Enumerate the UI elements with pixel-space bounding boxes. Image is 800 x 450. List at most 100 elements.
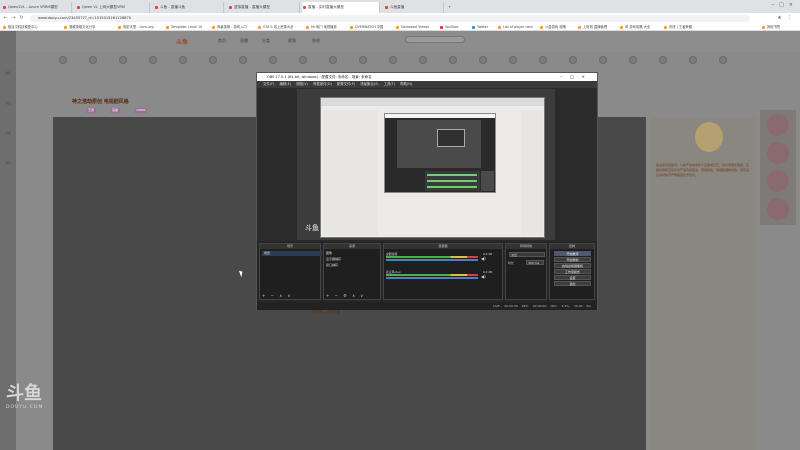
sidebar-item[interactable]: 分类 [3, 131, 13, 135]
nav-item[interactable]: 视频 [288, 38, 296, 44]
source-item[interactable]: 显示器捕获 [326, 257, 341, 261]
source-item[interactable]: 图像 [326, 251, 332, 255]
settings-button[interactable]: 设置 [554, 275, 591, 280]
obs-window-controls[interactable]: –□× [560, 73, 593, 81]
studio-mode-button[interactable]: 工作室模式 [554, 269, 591, 274]
category-icon[interactable] [625, 54, 641, 66]
volume-fader[interactable] [386, 277, 478, 279]
bookmark[interactable]: 风 游戏攻略 大全 [620, 24, 650, 30]
extension-icon[interactable]: ★ [776, 15, 783, 22]
browser-tab[interactable]: 斗鱼直播 [384, 2, 444, 13]
bookmark[interactable]: Gamepad Viewer [396, 24, 429, 30]
sidebar-item[interactable]: 排行 [3, 161, 13, 165]
category-icon[interactable] [55, 54, 71, 66]
category-icon[interactable] [595, 54, 611, 66]
window-controls[interactable]: –□× [772, 2, 798, 8]
search-input[interactable] [405, 36, 465, 43]
menu-item[interactable]: 帮助(H) [400, 82, 412, 86]
bookmark[interactable]: List of player nam [498, 24, 533, 30]
category-icon[interactable] [415, 54, 431, 66]
category-icon[interactable] [235, 54, 251, 66]
source-item[interactable]: 窗口捕获 [326, 263, 338, 267]
new-tab-button[interactable]: + [448, 2, 456, 13]
browser-tab[interactable]: Qwen VL 上网大模型VRM [76, 2, 150, 13]
reload-icon[interactable]: ↻ [18, 15, 25, 22]
bookmark[interactable]: 漫威英雄文化分享 [64, 24, 95, 30]
bookmark[interactable]: Twitter [472, 24, 488, 30]
category-icon[interactable] [475, 54, 491, 66]
sidebar-item[interactable]: 推荐 [3, 71, 13, 75]
transition-select[interactable]: 淡出 [509, 252, 545, 257]
dock-toolbar[interactable]: + − ∧ ∨ [262, 293, 292, 298]
sidebar-item[interactable]: 关注 [3, 101, 13, 105]
scene-item[interactable]: 场景 [262, 251, 322, 256]
start-recording-button[interactable]: 开始录制 [554, 257, 591, 262]
category-icon[interactable] [385, 54, 401, 66]
bookmark[interactable]: 风暴英雄 - 游戏入口 [212, 24, 247, 30]
menu-item[interactable]: 视图(V) [296, 82, 308, 86]
bookmark[interactable]: 沙盒游戏 攻略 [540, 24, 566, 30]
category-icon[interactable] [175, 54, 191, 66]
browser-tab-active[interactable]: 直播 - 实时直播大模型 [302, 2, 380, 13]
category-icon[interactable] [445, 54, 461, 66]
other-bookmarks[interactable]: 其他书签 [762, 24, 780, 30]
rank-avatar[interactable] [767, 198, 789, 220]
bookmark[interactable]: 鲁班 | 王者荣耀 [664, 24, 692, 30]
start-streaming-button[interactable]: 开始推流 [554, 251, 591, 256]
category-icon[interactable] [505, 54, 521, 66]
virtual-camera-button[interactable]: 启动虚拟摄像机 [554, 263, 591, 268]
category-icon[interactable] [685, 54, 701, 66]
nav-item[interactable]: 分类 [262, 38, 270, 44]
bookmark[interactable]: 电影天堂 - Lims.org [118, 24, 154, 30]
bookmark[interactable]: Template: Level 10 [166, 24, 202, 30]
bookmark[interactable]: OVERWATCH 中国 [350, 24, 383, 30]
nav-item[interactable]: 鱼吧 [312, 38, 320, 44]
stream-tag[interactable]: 王者 [86, 108, 97, 113]
menu-icon[interactable]: ⋮ [786, 15, 793, 22]
volume-fader[interactable] [386, 259, 478, 261]
transitions-dock: 转场特效 淡出 时长 300 ms [505, 243, 547, 300]
stream-tag[interactable]: 1080P [134, 108, 148, 113]
duration-input[interactable]: 300 ms [526, 260, 544, 265]
category-icon[interactable] [265, 54, 281, 66]
menu-item[interactable]: 工具(T) [384, 82, 396, 86]
bookmark[interactable]: 上斑斑 直播管理 [578, 24, 607, 30]
category-icon[interactable] [295, 54, 311, 66]
dock-toolbar[interactable]: + − ⚙ ∧ ∨ [326, 293, 365, 298]
menu-item[interactable]: 停靠部件(D) [313, 82, 332, 86]
browser-tab[interactable]: Qwen2VL - Azure VRRM模型 [2, 2, 72, 13]
category-icon[interactable] [565, 54, 581, 66]
rank-avatar[interactable] [767, 114, 789, 136]
douyu-logo[interactable]: 斗鱼 [176, 37, 188, 46]
bookmark[interactable]: 极目汉科技模型中心 [3, 24, 38, 30]
back-icon[interactable]: ← [2, 15, 9, 22]
menu-item[interactable]: 编辑(E) [279, 82, 291, 86]
category-icon[interactable] [535, 54, 551, 66]
browser-tab[interactable]: 虚拟直播 - 直播大模型 [228, 2, 300, 13]
url-input[interactable]: www.douyu.com/2345577?_rt=10150152611288… [30, 14, 750, 22]
speaker-icon[interactable]: ◀) [481, 256, 486, 261]
category-icon[interactable] [205, 54, 221, 66]
bookmark[interactable]: GTA 5 线上资源大全 [258, 24, 293, 30]
browser-tab[interactable]: 斗鱼 - 直播斗鱼 [154, 2, 224, 13]
stream-tag[interactable]: 英雄 [110, 108, 121, 113]
category-icon[interactable] [325, 54, 341, 66]
bookmark[interactable]: YouTube [440, 24, 458, 30]
menu-item[interactable]: 文件(F) [263, 82, 274, 86]
menu-item[interactable]: 配置文件(P) [337, 82, 355, 86]
rank-avatar[interactable] [767, 170, 789, 192]
category-icon[interactable] [715, 54, 731, 66]
category-icon[interactable] [115, 54, 131, 66]
speaker-icon[interactable]: ◀) [481, 274, 486, 279]
rank-avatar[interactable] [767, 142, 789, 164]
menu-item[interactable]: 场景集合(S) [360, 82, 378, 86]
bookmark[interactable]: Mr.电门 电视播放 [306, 24, 337, 30]
category-icon[interactable] [85, 54, 101, 66]
nav-item[interactable]: 首页 [218, 38, 226, 44]
exit-button[interactable]: 退出 [554, 281, 591, 286]
category-icon[interactable] [145, 54, 161, 66]
category-icon[interactable] [355, 54, 371, 66]
nav-item[interactable]: 直播 [240, 38, 248, 44]
forward-icon[interactable]: → [10, 15, 17, 22]
category-icon[interactable] [655, 54, 671, 66]
